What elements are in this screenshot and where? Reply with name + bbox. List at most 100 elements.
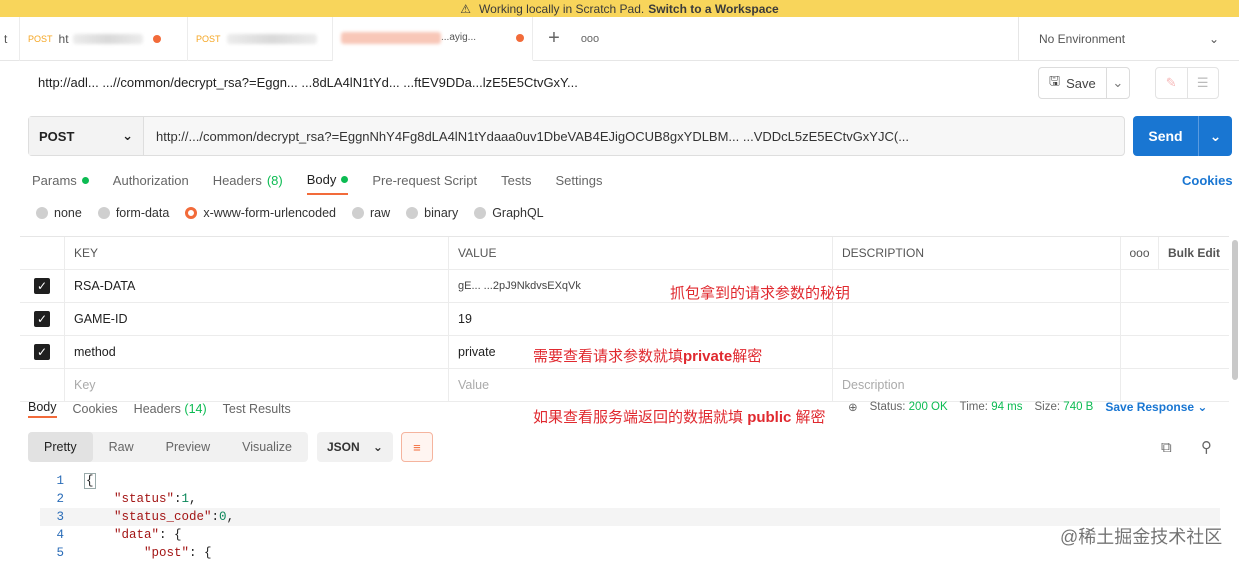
send-button[interactable]: Send ⌄: [1133, 116, 1232, 156]
radio-icon: [474, 207, 487, 219]
json-value: 1: [181, 492, 190, 506]
request-tab[interactable]: t: [0, 16, 20, 61]
tab-settings[interactable]: Settings: [555, 165, 602, 195]
annotation-public: 如果查看服务端返回的数据就填 public 解密: [533, 406, 826, 427]
radio-label: GraphQL: [492, 206, 544, 220]
radio-urlencoded[interactable]: x-www-form-urlencoded: [185, 206, 336, 220]
tab-params[interactable]: Params: [32, 165, 89, 195]
json-key: "status": [114, 492, 175, 506]
radio-label: binary: [424, 206, 459, 220]
scrollbar[interactable]: [1232, 240, 1238, 380]
param-key[interactable]: RSA-DATA: [65, 270, 449, 302]
tab-count: (8): [266, 172, 283, 188]
radio-raw[interactable]: raw: [352, 206, 390, 220]
search-icon[interactable]: ⚲: [1201, 438, 1212, 456]
checkbox-checked[interactable]: ✓: [34, 278, 50, 294]
tab-authorization[interactable]: Authorization: [113, 165, 189, 195]
tab-response-cookies[interactable]: Cookies: [73, 402, 118, 416]
view-mode-segmented: Pretty Raw Preview Visualize: [28, 432, 308, 462]
view-preview[interactable]: Preview: [150, 432, 226, 462]
environment-selector[interactable]: No Environment ⌄: [1018, 17, 1239, 61]
param-description[interactable]: [833, 270, 1121, 302]
format-select[interactable]: JSON ⌄: [316, 432, 393, 462]
add-tab-button[interactable]: +: [533, 27, 575, 50]
environment-label: No Environment: [1039, 32, 1126, 46]
active-dot-icon: [341, 175, 349, 183]
param-key[interactable]: GAME-ID: [65, 303, 449, 335]
param-value[interactable]: 19: [449, 303, 833, 335]
param-description[interactable]: [833, 336, 1121, 368]
row-spacer: [1121, 369, 1229, 401]
docs-icon[interactable]: ☰: [1188, 68, 1219, 98]
annotation-rsa-key: 抓包拿到的请求参数的秘钥: [670, 285, 851, 302]
line-number: 5: [56, 546, 64, 560]
radio-graphql[interactable]: GraphQL: [474, 206, 544, 220]
request-tab[interactable]: POST ht: [20, 16, 188, 61]
status-info: Status: 200 OK: [870, 401, 948, 413]
save-response-label: Save Response: [1105, 400, 1195, 414]
wrap-lines-icon[interactable]: ≡: [400, 432, 433, 462]
code-line: 3 "status_code": 0,: [40, 508, 1220, 526]
tab-response-body[interactable]: Body: [28, 400, 57, 418]
request-tabs: Params Authorization Headers (8) Body Pr…: [32, 165, 602, 195]
response-tabs: Body Cookies Headers (14) Test Results: [28, 397, 291, 421]
more-tabs-button[interactable]: ooo: [575, 33, 605, 45]
tab-headers[interactable]: Headers (8): [213, 165, 283, 195]
view-visualize[interactable]: Visualize: [226, 432, 308, 462]
edit-icon[interactable]: ✎: [1156, 68, 1188, 98]
request-title[interactable]: http://adl... ...//common/decrypt_rsa?=E…: [38, 75, 578, 90]
chevron-down-icon[interactable]: ⌄: [1107, 75, 1129, 91]
view-pretty[interactable]: Pretty: [28, 432, 93, 462]
method-select[interactable]: POST ⌄: [29, 117, 144, 155]
json-key: "post": [144, 546, 190, 560]
tab-body[interactable]: Body: [306, 165, 349, 195]
tab-label: t: [4, 31, 8, 46]
tab-tests[interactable]: Tests: [501, 165, 531, 195]
param-key[interactable]: method: [65, 336, 449, 368]
tab-label: Tests: [501, 172, 532, 188]
chevron-down-icon[interactable]: ⌄: [1199, 128, 1232, 145]
status-value: 200 OK: [908, 401, 948, 413]
tab-label: Headers: [212, 172, 262, 188]
column-header-key: KEY: [65, 237, 449, 269]
save-button[interactable]: 🖫 Save ⌄: [1038, 67, 1130, 99]
annotation-text: 如果查看服务端返回的数据就填: [533, 409, 744, 426]
request-tab[interactable]: POST: [188, 16, 333, 61]
more-options-button[interactable]: ooo: [1121, 237, 1159, 269]
radio-binary[interactable]: binary: [406, 206, 458, 220]
json-value: 0: [219, 510, 227, 524]
request-tab-active[interactable]: ...ayig...: [333, 16, 533, 61]
radio-none[interactable]: none: [36, 206, 82, 220]
switch-workspace-link[interactable]: Switch to a Workspace: [648, 2, 778, 16]
code-text: : {: [189, 546, 212, 560]
size-info: Size: 740 B: [1035, 401, 1094, 413]
tab-pre-request-script[interactable]: Pre-request Script: [372, 165, 477, 195]
value-placeholder[interactable]: Value: [449, 369, 833, 401]
view-raw[interactable]: Raw: [93, 432, 150, 462]
response-code-viewer[interactable]: 1 { 2 "status": 1, 3 "status_code": 0, 4…: [40, 472, 1220, 561]
header-spacer: [20, 237, 65, 269]
checkbox-checked[interactable]: ✓: [34, 311, 50, 327]
save-response-button[interactable]: Save Response ⌄: [1105, 400, 1207, 414]
globe-icon[interactable]: ⊕: [848, 400, 858, 414]
body-type-radio-group: none form-data x-www-form-urlencoded raw…: [36, 206, 544, 220]
description-placeholder[interactable]: Description: [833, 369, 1121, 401]
view-toggle-group: ✎ ☰: [1155, 67, 1219, 99]
radio-icon: [36, 207, 48, 219]
radio-selected-icon: [185, 207, 198, 219]
annotation-bold: private: [683, 348, 733, 365]
radio-label: x-www-form-urlencoded: [203, 206, 336, 220]
checkbox-checked[interactable]: ✓: [34, 344, 50, 360]
bulk-edit-button[interactable]: Bulk Edit: [1159, 237, 1229, 269]
time-label: Time:: [959, 401, 988, 413]
tab-test-results[interactable]: Test Results: [223, 402, 291, 416]
radio-form-data[interactable]: form-data: [97, 206, 169, 220]
row-spacer: [1121, 270, 1229, 302]
annotation-text: 解密: [795, 409, 826, 426]
copy-icon[interactable]: ⧉: [1161, 439, 1172, 456]
tab-response-headers[interactable]: Headers (14): [134, 402, 207, 416]
params-table: KEY VALUE DESCRIPTION ooo Bulk Edit ✓ RS…: [20, 236, 1229, 402]
param-description[interactable]: [833, 303, 1121, 335]
cookies-link[interactable]: Cookies: [1182, 173, 1233, 188]
url-input[interactable]: http://.../common/decrypt_rsa?=EggnNhY4F…: [144, 117, 1124, 155]
